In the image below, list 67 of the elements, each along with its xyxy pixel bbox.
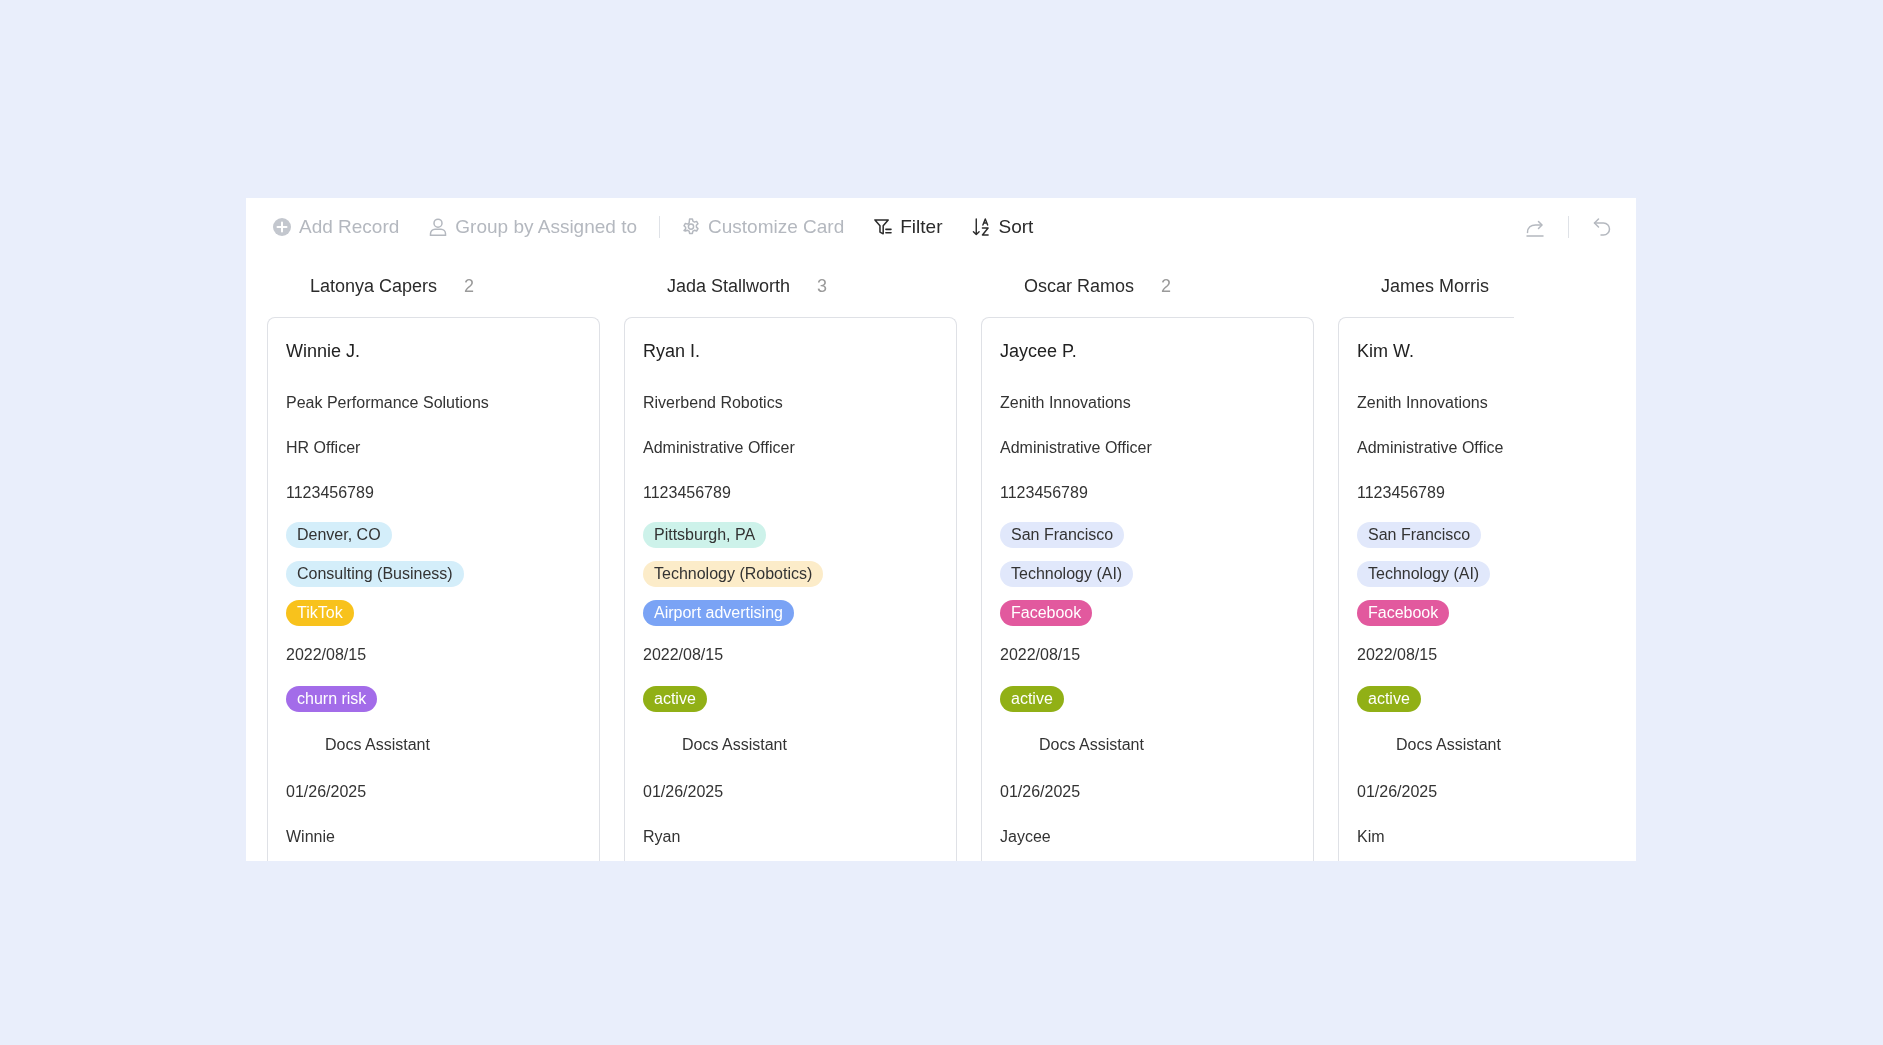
field-value: Administrative Officer	[1000, 437, 1152, 458]
card-title: Kim W.	[1357, 340, 1415, 363]
record-count: 2	[1161, 275, 1172, 297]
field-value: Zenith Innovations	[1357, 392, 1488, 413]
assistant-name: Docs Assistant	[682, 735, 787, 755]
record-card[interactable]: Kim W. Zenith Innovations Administrative Office 1123456789 San Francisco Technology (AI) Facebook 2022/08/15 active Docs Assistant 01/26/2025 Kim	[1338, 317, 1514, 861]
tag: Denver, CO	[286, 521, 392, 548]
field-value: HR Officer	[286, 437, 361, 458]
record-count: 3	[817, 275, 828, 297]
tag: San Francisco	[1357, 521, 1482, 548]
field-value: Ryan	[643, 826, 681, 847]
record-card[interactable]: Winnie J. Peak Performance Solutions HR Officer 1123456789 Denver, CO Consulting (Business) TikTok 2022/08/15 churn risk Docs Assistant 01/26/2025 Winnie	[267, 317, 600, 861]
field-value: Peak Performance Solutions	[286, 392, 489, 413]
tag: Pittsburgh, PA	[643, 521, 767, 548]
field-value: 2022/08/15	[1357, 644, 1438, 665]
sort-button[interactable]: Sort	[972, 215, 1034, 239]
field-value: Winnie	[286, 826, 335, 847]
tag: Technology (AI)	[1357, 560, 1491, 587]
card-title: Jaycee P.	[1000, 340, 1078, 363]
tag: Facebook	[1000, 599, 1093, 626]
field-value: 2022/08/15	[286, 644, 367, 665]
field-value: 01/26/2025	[1000, 781, 1081, 802]
field-value: Kim	[1357, 826, 1385, 847]
field-value: 01/26/2025	[286, 781, 367, 802]
record-card[interactable]: Jaycee P. Zenith Innovations Administrative Officer 1123456789 San Francisco Technology (AI) Facebook 2022/08/15 active Docs Assistant 01/26/2025 Jaycee	[981, 317, 1314, 861]
undo-icon[interactable]	[1592, 217, 1612, 237]
tag: active	[1357, 686, 1421, 712]
field-value: Jaycee	[1000, 826, 1051, 847]
field-value: 1123456789	[1000, 482, 1088, 503]
field-value: 1123456789	[286, 482, 374, 503]
tag: Technology (AI)	[1000, 560, 1134, 587]
tag: churn risk	[286, 686, 378, 712]
field-value: 01/26/2025	[643, 781, 724, 802]
field-value: Administrative Officer	[643, 437, 795, 458]
column-title: Jada Stallworth	[667, 275, 791, 297]
tag: active	[1000, 686, 1064, 712]
field-value: 01/26/2025	[1357, 781, 1438, 802]
tag: Technology (Robotics)	[643, 560, 824, 587]
tag: San Francisco	[1000, 521, 1125, 548]
field-value: 2022/08/15	[1000, 644, 1081, 665]
filter-icon	[874, 218, 893, 236]
field-value: 1123456789	[1357, 482, 1445, 503]
assistant-name: Docs Assistant	[1039, 735, 1144, 755]
field-value: 1123456789	[643, 482, 731, 503]
tag: TikTok	[286, 599, 354, 626]
person-icon	[429, 218, 448, 236]
column-title: Latonya Capers	[310, 275, 438, 297]
column-title: James Morris	[1381, 275, 1489, 297]
filter-button[interactable]: Filter	[874, 215, 943, 239]
column-title: Oscar Ramos	[1024, 275, 1135, 297]
plus-circle-icon	[273, 218, 291, 236]
sort-icon	[972, 218, 991, 236]
gear-icon	[682, 218, 700, 236]
field-value: Administrative Office	[1357, 437, 1504, 458]
tag: active	[643, 686, 707, 712]
field-value: Zenith Innovations	[1000, 392, 1131, 413]
card-title: Winnie J.	[286, 340, 362, 363]
record-count: 2	[464, 275, 475, 297]
record-card[interactable]: Ryan I. Riverbend Robotics Administrative Officer 1123456789 Pittsburgh, PA Technology (Robotics) Airport advertising 2022/08/15 active Docs Assistant 01/26/2025 Ryan	[624, 317, 957, 861]
tag: Facebook	[1357, 599, 1450, 626]
tag: Consulting (Business)	[286, 560, 464, 587]
assistant-name: Docs Assistant	[1396, 735, 1501, 755]
assistant-name: Docs Assistant	[325, 735, 430, 755]
tag: Airport advertising	[643, 599, 794, 626]
field-value: 2022/08/15	[643, 644, 724, 665]
field-value: Riverbend Robotics	[643, 392, 783, 413]
card-title: Ryan I.	[643, 340, 702, 363]
